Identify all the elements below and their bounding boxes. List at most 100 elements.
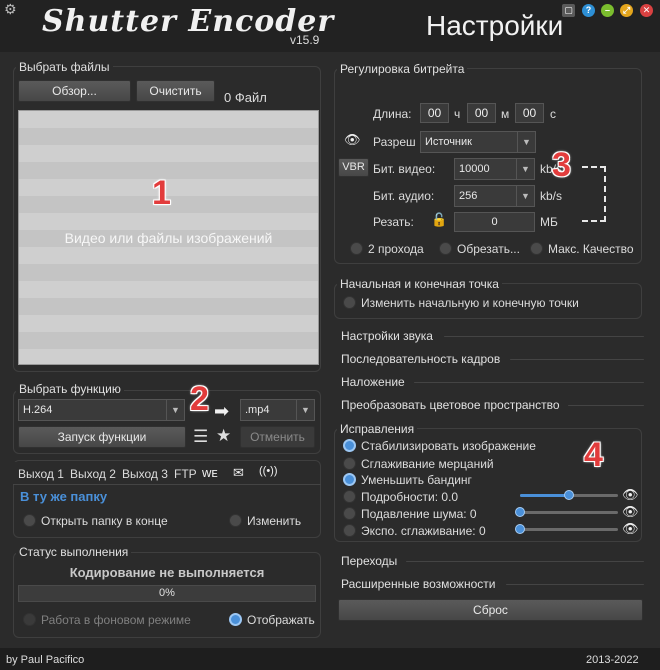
denoise-slider[interactable] bbox=[515, 507, 618, 517]
run-function-button[interactable]: Запуск функции bbox=[18, 426, 186, 448]
section-audio[interactable]: Настройки звука bbox=[338, 328, 644, 346]
stabilize-radio[interactable] bbox=[343, 439, 356, 452]
cut-label: Резать: bbox=[373, 215, 414, 229]
section-divider bbox=[510, 359, 644, 360]
list-icon[interactable]: ☰ bbox=[193, 427, 208, 447]
vbr-button[interactable]: VBR bbox=[338, 158, 369, 177]
change-folder-radio[interactable] bbox=[229, 514, 242, 527]
eye-icon[interactable]: 👁 bbox=[622, 487, 639, 503]
inout-label: Изменить начальную и конечную точки bbox=[361, 296, 579, 310]
unlock-icon[interactable]: 🔓 bbox=[431, 212, 447, 228]
footer-years: 2013-2022 bbox=[586, 654, 639, 666]
background-mode-radio[interactable] bbox=[23, 613, 36, 626]
cancel-button[interactable]: Отменить bbox=[240, 426, 315, 448]
exposure-radio[interactable] bbox=[343, 524, 356, 537]
clear-button[interactable]: Очистить bbox=[136, 80, 215, 102]
tab-output-1[interactable]: Выход 1 bbox=[18, 467, 64, 481]
section-transitions[interactable]: Переходы bbox=[338, 553, 644, 571]
change-folder-label: Изменить bbox=[247, 514, 302, 528]
seconds-unit: с bbox=[550, 107, 556, 121]
section-overlay[interactable]: Наложение bbox=[338, 374, 644, 392]
section-colorspace[interactable]: Преобразовать цветовое пространство bbox=[338, 397, 644, 415]
audio-bitrate-value: 256 bbox=[459, 190, 478, 202]
resolution-label: Разреш bbox=[373, 135, 416, 149]
details-slider-knob[interactable] bbox=[564, 490, 574, 500]
chevron-down-icon: ▼ bbox=[516, 186, 534, 206]
mail-icon[interactable]: ✉ bbox=[233, 465, 244, 481]
display-radio[interactable] bbox=[229, 613, 242, 626]
star-icon[interactable]: ★ bbox=[216, 426, 231, 446]
denoise-slider-knob[interactable] bbox=[515, 507, 525, 517]
chevron-down-icon: ▼ bbox=[296, 400, 314, 420]
section-divider bbox=[406, 561, 644, 562]
stream-icon[interactable]: ((•)) bbox=[259, 465, 278, 477]
gear-icon[interactable]: ⚙ bbox=[4, 2, 18, 16]
tab-output-2[interactable]: Выход 2 bbox=[70, 467, 116, 481]
drop-zone-text: Видео или файлы изображений bbox=[64, 230, 273, 246]
open-folder-radio[interactable] bbox=[23, 514, 36, 527]
chevron-down-icon: ▼ bbox=[517, 132, 535, 152]
eye-icon[interactable]: 👁 bbox=[622, 521, 639, 537]
close-icon[interactable]: ✕ bbox=[640, 4, 653, 17]
denoise-radio[interactable] bbox=[343, 507, 356, 520]
exposure-slider[interactable] bbox=[515, 524, 618, 534]
help-icon[interactable]: ? bbox=[582, 4, 595, 17]
minimize-icon[interactable]: – bbox=[601, 4, 614, 17]
cut-field[interactable]: 0 bbox=[454, 212, 535, 232]
browse-button[interactable]: Обзор... bbox=[18, 80, 131, 102]
details-label: Подробности: 0.0 bbox=[361, 490, 459, 504]
files-title: Выбрать файлы bbox=[16, 60, 113, 74]
inout-radio[interactable] bbox=[343, 296, 356, 309]
deflicker-radio[interactable] bbox=[343, 457, 356, 470]
section-sequence[interactable]: Последовательность кадров bbox=[338, 351, 644, 369]
tab-ftp[interactable]: FTP bbox=[174, 467, 197, 481]
eye-icon[interactable]: 👁 bbox=[622, 504, 639, 520]
deflicker-label: Сглаживание мерцаний bbox=[361, 457, 494, 471]
function-select-value: H.264 bbox=[23, 404, 53, 416]
extension-select-value: .mp4 bbox=[245, 404, 270, 416]
details-slider[interactable] bbox=[520, 490, 618, 500]
tab-output-3[interactable]: Выход 3 bbox=[122, 467, 168, 481]
reset-button[interactable]: Сброс bbox=[338, 599, 643, 621]
maximize-icon[interactable]: ⤢ bbox=[620, 4, 633, 17]
status-title: Статус выполнения bbox=[16, 545, 132, 559]
link-bracket bbox=[582, 166, 606, 222]
video-bitrate-label: Бит. видео: bbox=[373, 162, 436, 176]
max-quality-label: Макс. Качество bbox=[548, 242, 634, 256]
minutes-field[interactable]: 00 bbox=[467, 103, 496, 123]
max-quality-radio[interactable] bbox=[530, 242, 543, 255]
trim-radio[interactable] bbox=[439, 242, 452, 255]
settings-title: Настройки bbox=[426, 10, 564, 41]
function-select[interactable]: H.264 ▼ bbox=[18, 399, 185, 421]
inout-title: Начальная и конечная точка bbox=[337, 277, 502, 291]
exposure-slider-knob[interactable] bbox=[515, 524, 525, 534]
eye-icon[interactable]: 👁 bbox=[344, 132, 361, 148]
two-pass-radio[interactable] bbox=[350, 242, 363, 255]
stabilize-label: Стабилизировать изображение bbox=[361, 439, 536, 453]
window-icon[interactable]: ▢ bbox=[562, 4, 575, 17]
corrections-title: Исправления bbox=[337, 422, 418, 436]
audio-bitrate-select[interactable]: 256 ▼ bbox=[454, 185, 535, 207]
exposure-label: Экспо. сглаживание: 0 bbox=[361, 524, 486, 538]
resolution-select[interactable]: Источник ▼ bbox=[420, 131, 536, 153]
debanding-radio[interactable] bbox=[343, 473, 356, 486]
annotation-1: 1 bbox=[152, 174, 171, 212]
details-radio[interactable] bbox=[343, 490, 356, 503]
section-advanced[interactable]: Расширенные возможности bbox=[338, 576, 644, 594]
output-tabs: Выход 1 Выход 2 Выход 3 FTP ᴡᴇ ✉ ((•)) bbox=[13, 462, 281, 484]
video-bitrate-select[interactable]: 10000 ▼ bbox=[454, 158, 535, 180]
hours-field[interactable]: 00 bbox=[420, 103, 449, 123]
section-audio-label: Настройки звука bbox=[341, 329, 433, 343]
tabs-divider bbox=[13, 484, 321, 485]
section-overlay-label: Наложение bbox=[341, 375, 405, 389]
output-folder[interactable]: В ту же папку bbox=[20, 489, 107, 504]
video-bitrate-value: 10000 bbox=[459, 163, 490, 175]
display-label: Отображать bbox=[247, 613, 315, 627]
audio-bitrate-unit: kb/s bbox=[540, 189, 563, 203]
debanding-label: Уменьшить бандинг bbox=[361, 473, 472, 487]
extension-select[interactable]: .mp4 ▼ bbox=[240, 399, 315, 421]
seconds-field[interactable]: 00 bbox=[515, 103, 544, 123]
minutes-unit: м bbox=[501, 107, 510, 121]
wetransfer-icon[interactable]: ᴡᴇ bbox=[202, 465, 218, 480]
open-folder-label: Открыть папку в конце bbox=[41, 514, 168, 528]
